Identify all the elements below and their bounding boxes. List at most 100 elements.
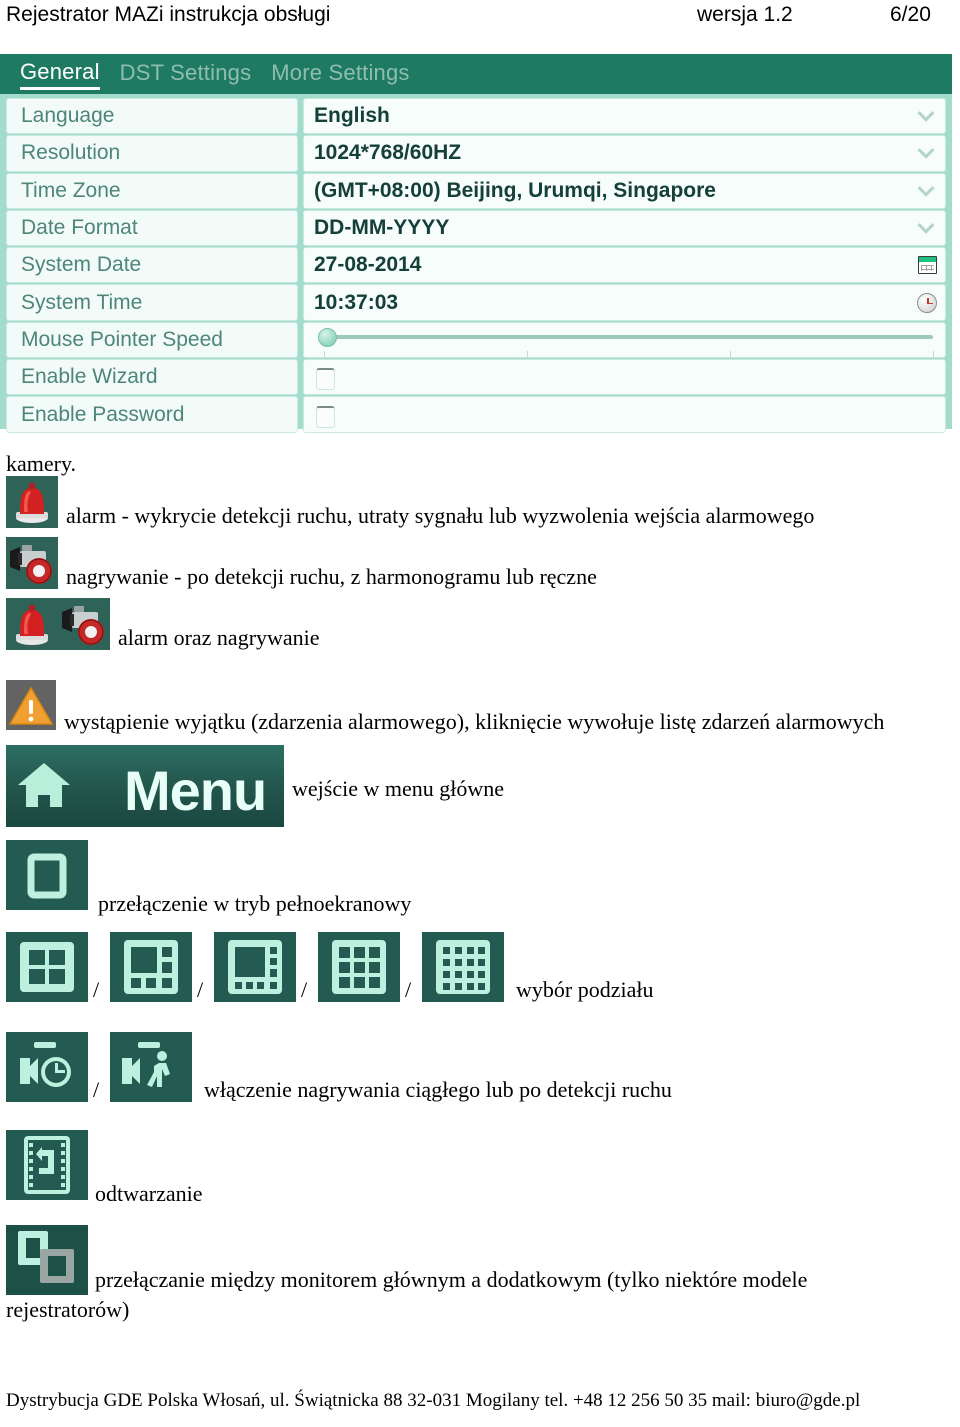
slider-mouse-pointer-speed[interactable] <box>303 321 946 361</box>
row-time-zone: Time Zone (GMT+08:00) Beijing, Urumqi, S… <box>6 172 946 209</box>
lead-text: kamery. <box>6 451 77 476</box>
calendar-icon[interactable] <box>918 256 937 275</box>
alarm-beacon-glyph <box>6 476 58 528</box>
split-8-icon <box>214 932 296 1002</box>
split-separator-4: / <box>405 977 412 1002</box>
dvr-settings-panel: General DST Settings More Settings Langu… <box>0 54 952 433</box>
row-resolution: Resolution 1024*768/60HZ <box>6 135 946 172</box>
split-4x4-glyph <box>422 932 504 1002</box>
main-menu-button[interactable]: Menu <box>6 745 284 827</box>
split-separator-3: / <box>301 977 308 1002</box>
chevron-down-icon[interactable] <box>920 111 933 119</box>
select-resolution[interactable]: 1024*768/60HZ <box>303 135 946 172</box>
checkbox-enable-password[interactable] <box>316 405 335 428</box>
slider-knob[interactable] <box>318 327 337 347</box>
field-system-time[interactable]: 10:37:03 <box>303 284 946 321</box>
row-enable-password: Enable Password <box>6 396 946 433</box>
label-mouse-pointer-speed: Mouse Pointer Speed <box>6 321 298 359</box>
row-mouse-pointer-speed: Mouse Pointer Speed <box>6 321 946 361</box>
fullscreen-icon <box>6 840 88 910</box>
item-text-fullscreen: przełączenie w tryb pełnoekranowy <box>98 891 412 916</box>
page-header: Rejestrator MAZi instrukcja obsługi wers… <box>0 0 960 34</box>
tab-more-settings[interactable]: More Settings <box>271 60 409 88</box>
label-time-zone: Time Zone <box>6 172 298 209</box>
chevron-down-icon[interactable] <box>920 186 933 194</box>
item-text-alarm-and-recording: alarm oraz nagrywanie <box>118 625 320 650</box>
record-camera-icon-2 <box>58 598 110 650</box>
split-separator-2: / <box>197 977 204 1002</box>
select-language[interactable]: English <box>303 98 946 135</box>
item-text-recording: nagrywanie - po detekcji ruchu, z harmon… <box>66 564 597 589</box>
value-date-format: DD-MM-YYYY <box>314 216 450 240</box>
row-enable-wizard: Enable Wizard <box>6 359 946 396</box>
page-number: 6/20 <box>890 3 931 26</box>
item-text-recording-modes: włączenie nagrywania ciągłego lub po det… <box>204 1077 672 1102</box>
row-system-date: System Date 27-08-2014 <box>6 247 946 284</box>
label-enable-password: Enable Password <box>6 396 298 433</box>
main-menu-button-label: Menu <box>124 759 267 822</box>
record-separator: / <box>93 1077 100 1102</box>
label-enable-wizard: Enable Wizard <box>6 359 298 396</box>
split-6-glyph <box>110 932 192 1002</box>
warning-triangle-glyph <box>6 680 56 730</box>
dual-monitor-glyph <box>6 1225 88 1295</box>
split-2x2-icon <box>6 932 88 1002</box>
record-camera-glyph-2 <box>58 598 110 650</box>
playback-icon <box>6 1130 88 1200</box>
row-date-format: Date Format DD-MM-YYYY <box>6 209 946 247</box>
row-language: Language English <box>6 98 946 135</box>
split-6-icon <box>110 932 192 1002</box>
item-text-playback: odtwarzanie <box>95 1181 203 1206</box>
record-continuous-icon <box>6 1032 88 1102</box>
label-language: Language <box>6 98 298 135</box>
page-footer: Dystrybucja GDE Polska Włosań, ul. Świąt… <box>6 1390 861 1411</box>
item-text-monitor-switch-cont: rejestratorów) <box>6 1297 130 1322</box>
split-8-glyph <box>214 932 296 1002</box>
item-text-monitor-switch: przełączanie między monitorem głównym a … <box>95 1267 808 1292</box>
split-4x4-icon <box>422 932 504 1002</box>
dual-monitor-icon <box>6 1225 88 1295</box>
select-date-format[interactable]: DD-MM-YYYY <box>303 209 946 247</box>
label-date-format: Date Format <box>6 209 298 247</box>
split-separator-1: / <box>93 977 100 1002</box>
item-text-alarm: alarm - wykrycie detekcji ruchu, utraty … <box>66 503 815 528</box>
label-system-date: System Date <box>6 247 298 284</box>
label-resolution: Resolution <box>6 135 298 172</box>
field-enable-password[interactable] <box>303 396 946 433</box>
item-text-main-menu: wejście w menu główne <box>292 776 504 801</box>
chevron-down-icon[interactable] <box>920 149 933 157</box>
value-time-zone: (GMT+08:00) Beijing, Urumqi, Singapore <box>314 178 716 202</box>
alarm-beacon-icon-2 <box>6 598 58 650</box>
document-version: wersja 1.2 <box>697 3 793 26</box>
item-text-exception: wystąpienie wyjątku (zdarzenia alarmoweg… <box>64 709 885 734</box>
field-enable-wizard[interactable] <box>303 359 946 396</box>
value-system-time: 10:37:03 <box>314 290 399 314</box>
dvr-tab-bar: General DST Settings More Settings <box>0 54 952 94</box>
clock-icon[interactable] <box>917 292 937 313</box>
record-camera-icon <box>6 537 58 589</box>
chevron-down-icon[interactable] <box>920 223 933 231</box>
tab-general[interactable]: General <box>20 59 100 90</box>
record-camera-glyph <box>6 537 58 589</box>
slider-widget[interactable] <box>314 323 945 361</box>
warning-exception-icon <box>6 680 56 730</box>
split-3x3-icon <box>318 932 400 1002</box>
item-text-split-selection: wybór podziału <box>516 977 654 1002</box>
document-title: Rejestrator MAZi instrukcja obsługi <box>6 3 331 26</box>
value-system-date: 27-08-2014 <box>314 253 422 277</box>
alarm-beacon-glyph-2 <box>6 598 58 650</box>
record-motion-icon <box>110 1032 192 1102</box>
label-system-time: System Time <box>6 284 298 321</box>
fullscreen-glyph <box>6 840 88 910</box>
value-resolution: 1024*768/60HZ <box>314 141 462 165</box>
tab-dst-settings[interactable]: DST Settings <box>120 60 252 88</box>
checkbox-enable-wizard[interactable] <box>316 368 335 391</box>
playback-glyph <box>6 1130 88 1200</box>
split-3x3-glyph <box>318 932 400 1002</box>
slider-track[interactable] <box>324 334 933 339</box>
select-time-zone[interactable]: (GMT+08:00) Beijing, Urumqi, Singapore <box>303 172 946 209</box>
value-language: English <box>314 104 390 128</box>
row-system-time: System Time 10:37:03 <box>6 284 946 321</box>
dvr-settings-form: Language English Resolution 1024*768/60H… <box>6 98 946 433</box>
field-system-date[interactable]: 27-08-2014 <box>303 247 946 284</box>
